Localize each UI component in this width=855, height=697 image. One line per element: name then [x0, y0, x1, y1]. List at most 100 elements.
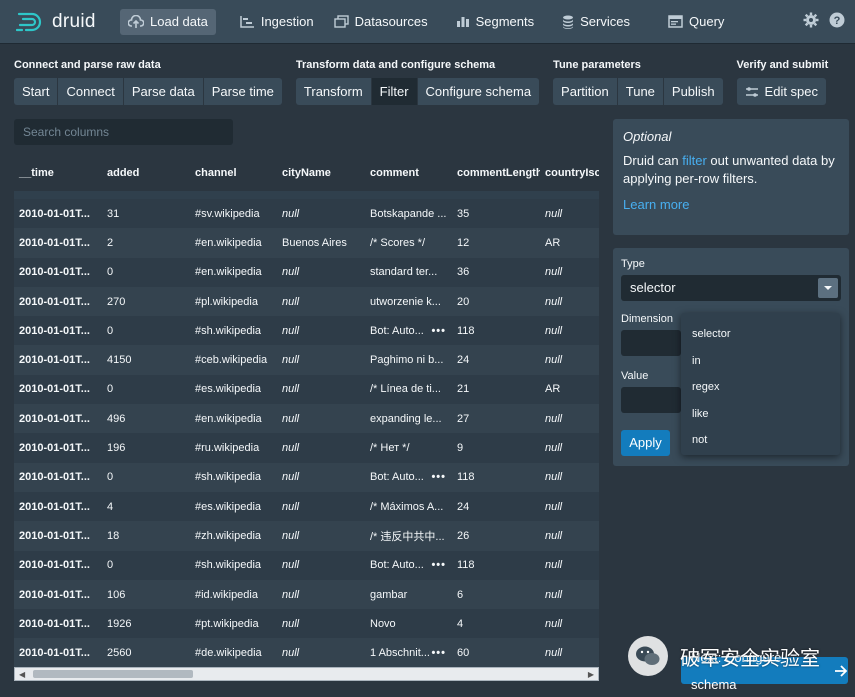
apply-button[interactable]: Apply	[621, 430, 670, 456]
nav-datasources[interactable]: Datasources	[326, 9, 436, 35]
table-cell: #sh.wikipedia	[195, 324, 262, 337]
table-cell: null	[282, 529, 300, 542]
more-icon[interactable]: •••	[431, 325, 446, 337]
nav-services[interactable]: Services	[554, 9, 638, 35]
column-header[interactable]: __time	[14, 167, 102, 179]
search-columns-input[interactable]: Search columns	[14, 119, 233, 145]
table-cell: 4	[107, 500, 114, 513]
gear-icon[interactable]	[803, 12, 819, 31]
table-cell: null	[282, 324, 300, 337]
svg-text:?: ?	[834, 15, 841, 27]
table-row: 2010-01-01T... 4150 #ceb.wikipedia null Pagh…	[14, 345, 599, 375]
step-connect-button[interactable]: Connect	[58, 78, 124, 105]
step-transform-button[interactable]: Transform	[295, 78, 372, 105]
table-cell: 21	[457, 383, 470, 396]
value-input[interactable]	[621, 387, 681, 413]
step-partition-button[interactable]: Partition	[553, 78, 618, 105]
table-cell: 118	[457, 471, 475, 484]
table-cell: 2010-01-01T...	[19, 207, 90, 220]
table-cell: #en.wikipedia	[195, 412, 262, 425]
type-option-like[interactable]: like	[681, 401, 840, 428]
table-cell: null	[545, 266, 563, 279]
nav-segments[interactable]: Segments	[448, 9, 543, 35]
type-select[interactable]: selector	[621, 275, 841, 301]
table-cell: null	[545, 324, 563, 337]
scroll-right-icon[interactable]: ▶	[588, 670, 594, 679]
table-cell: /* Нет */	[370, 442, 410, 455]
column-header[interactable]: channel	[190, 167, 277, 179]
table-cell: null	[545, 207, 563, 220]
table-body: 2010-01-01T... 31 #sv.wikipedia null Botskap…	[14, 199, 599, 667]
dimension-input[interactable]	[621, 330, 681, 356]
step-title: Transform data and configure schema	[295, 59, 496, 71]
watermark-text: 破军安全实验室	[680, 647, 820, 670]
table-row: 2010-01-01T... 106 #id.wikipedia null gambar…	[14, 579, 599, 610]
table-cell: 4150	[107, 354, 132, 367]
data-preview-table: __time added channel cityName comment comment…	[14, 155, 599, 667]
type-option-regex[interactable]: regex	[681, 374, 840, 401]
table-cell: 27	[457, 412, 470, 425]
table-cell: null	[545, 588, 563, 601]
more-icon[interactable]: •••	[431, 647, 446, 659]
table-cell: null	[545, 471, 563, 484]
help-icon[interactable]: ?	[829, 12, 845, 31]
horizontal-scrollbar[interactable]: ◀ ▶	[14, 667, 599, 681]
table-row: 2010-01-01T... 0 #es.wikipedia null /* Línea…	[14, 374, 599, 405]
column-header[interactable]: cityName	[277, 167, 365, 179]
learn-more-link[interactable]: Learn more	[623, 197, 839, 212]
column-header[interactable]: countryIsoCode	[540, 167, 599, 179]
table-cell: 24	[457, 354, 470, 367]
table-cell: 1 Abschnit... •••	[365, 647, 452, 659]
table-cell: 2010-01-01T...	[19, 500, 90, 513]
cell-text: Bot: Auto...	[370, 559, 424, 572]
nav-ingestion[interactable]: Ingestion	[232, 9, 322, 35]
type-option-in[interactable]: in	[681, 348, 840, 375]
table-cell: 2010-01-01T...	[19, 266, 90, 279]
table-cell: Novo	[370, 617, 396, 630]
table-cell: 2010-01-01T...	[19, 588, 90, 601]
step-publish-button[interactable]: Publish	[663, 78, 723, 105]
druid-logo[interactable]: druid	[16, 11, 114, 33]
step-parse-data-button[interactable]: Parse data	[123, 78, 204, 105]
table-cell: null	[282, 647, 300, 660]
column-header[interactable]: commentLength	[452, 167, 540, 179]
nav-load-data[interactable]: Load data	[120, 8, 216, 35]
nav-query-label: Query	[689, 14, 725, 29]
table-cell: #zh.wikipedia	[195, 529, 262, 542]
cell-text: Bot: Auto...	[370, 471, 424, 484]
step-configure-schema-button[interactable]: Configure schema	[417, 78, 540, 105]
table-cell: 0	[107, 383, 114, 396]
table-cell: #pt.wikipedia	[195, 617, 259, 630]
more-icon[interactable]: •••	[431, 471, 446, 483]
step-start-button[interactable]: Start	[14, 78, 59, 105]
callout-text: Druid can	[623, 153, 683, 168]
step-tune-button[interactable]: Tune	[617, 78, 664, 105]
table-cell: 2010-01-01T...	[19, 383, 90, 396]
table-cell: 496	[107, 412, 126, 425]
table-cell: null	[282, 442, 300, 455]
druid-logo-icon	[16, 12, 42, 31]
table-cell: /* Scores */	[370, 236, 426, 249]
table-row: 2010-01-01T... 18 #zh.wikipedia null /* 违反中共…	[14, 521, 599, 551]
cloud-upload-icon	[128, 14, 144, 29]
type-option-selector[interactable]: selector	[681, 321, 840, 348]
scrollbar-thumb[interactable]	[33, 670, 193, 678]
step-parse-time-button[interactable]: Parse time	[203, 78, 282, 105]
filter-link[interactable]: filter	[682, 153, 707, 168]
table-cell: standard ter...	[370, 266, 438, 279]
scroll-left-icon[interactable]: ◀	[19, 670, 25, 679]
nav-query[interactable]: Query	[660, 9, 732, 35]
table-cell: #pl.wikipedia	[195, 295, 258, 308]
more-icon[interactable]: •••	[431, 559, 446, 571]
table-cell: 2560	[107, 647, 132, 660]
chevron-down-icon[interactable]	[818, 278, 838, 298]
table-cell: 2010-01-01T...	[19, 324, 90, 337]
step-filter-button[interactable]: Filter	[371, 78, 418, 105]
table-cell: 196	[107, 442, 126, 455]
table-cell: 12	[457, 236, 470, 249]
table-cell: 24	[457, 500, 470, 513]
type-option-not[interactable]: not	[681, 427, 840, 454]
column-header[interactable]: comment	[365, 167, 452, 179]
column-header[interactable]: added	[102, 167, 190, 179]
step-edit-spec-button[interactable]: Edit spec	[736, 78, 827, 105]
